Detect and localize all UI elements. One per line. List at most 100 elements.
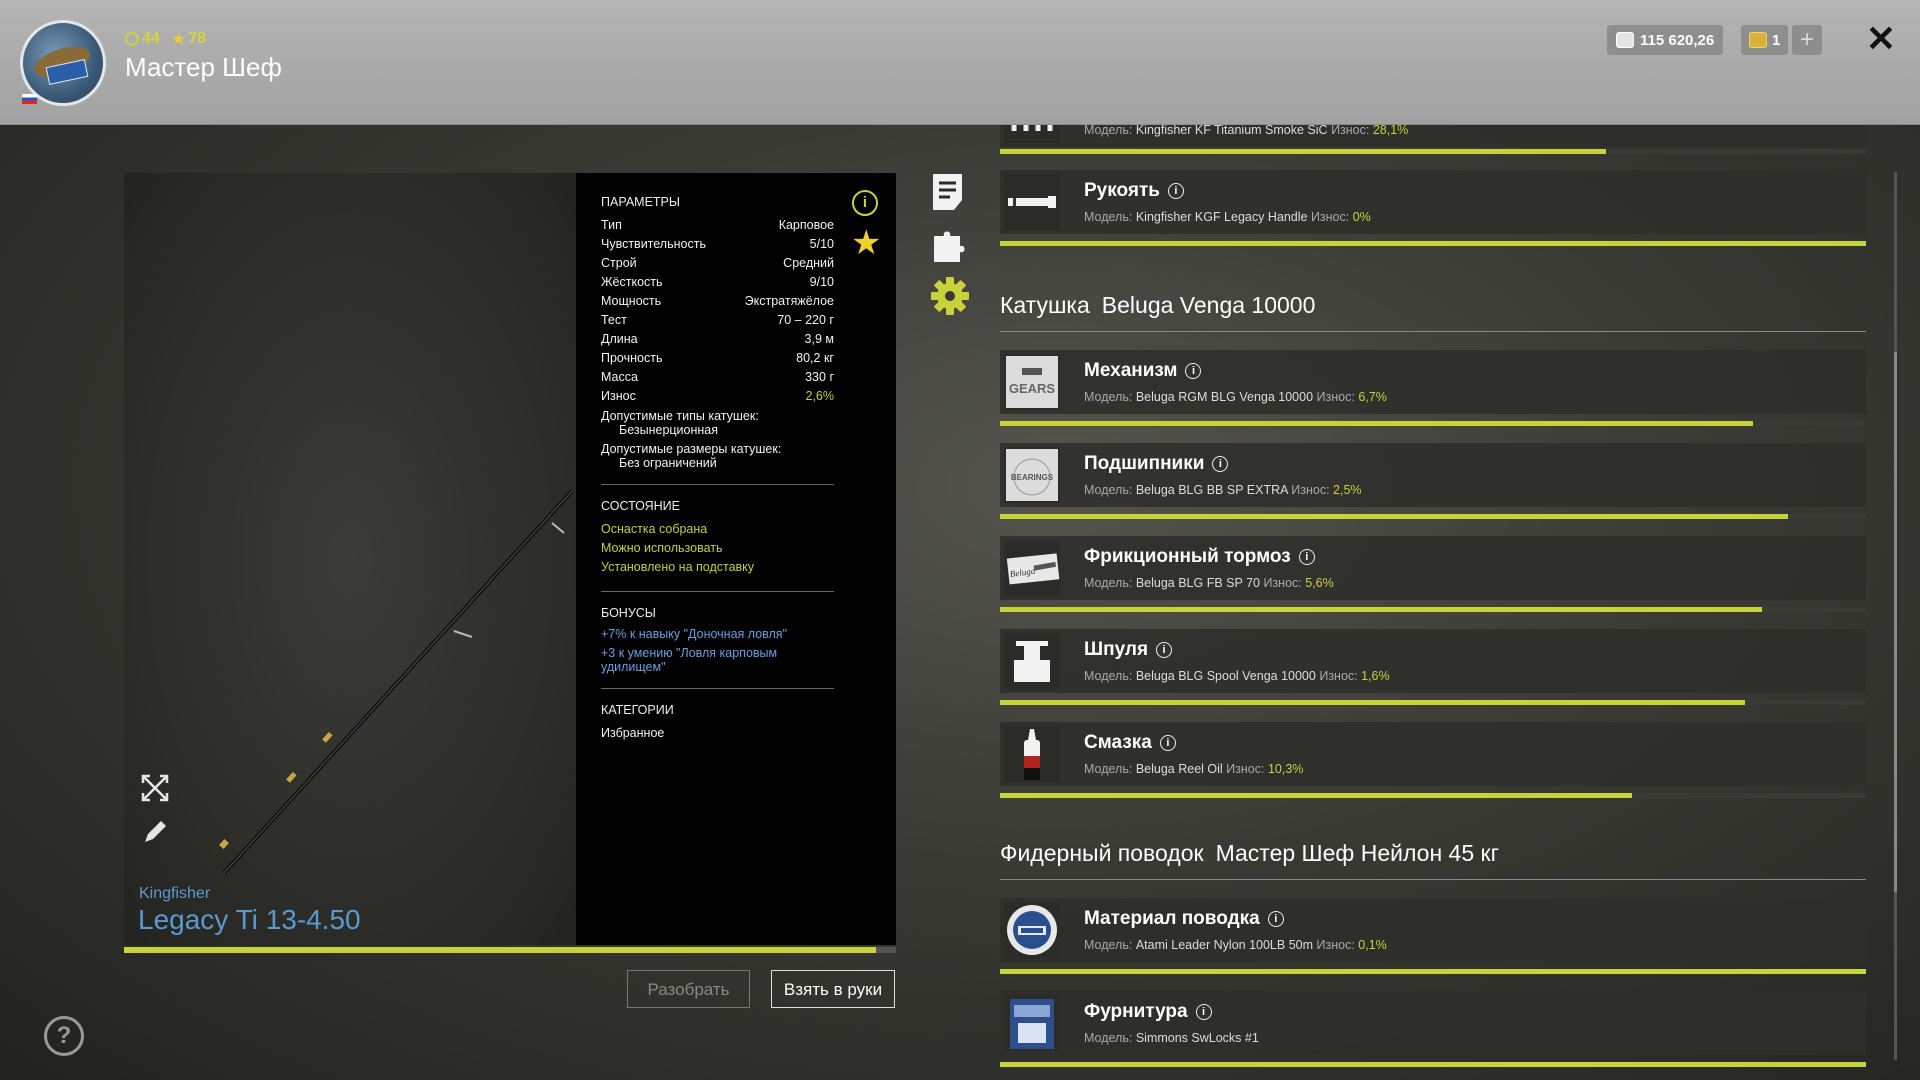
wear-bar-fill: [1000, 607, 1763, 612]
leader-spool-icon: [1004, 902, 1060, 958]
component-info-icon[interactable]: i: [1195, 1004, 1212, 1020]
param-value: 5/10: [809, 237, 834, 251]
bearings-box-icon: BEARINGS: [1004, 447, 1060, 503]
component-info-icon[interactable]: i: [1298, 549, 1315, 565]
component-row[interactable]: GEARS Механизм i Модель: Beluga RGM BLG Ven…: [1000, 350, 1866, 414]
rod-brand: Kingfisher: [139, 885, 211, 902]
state-line: Установлено на подставку: [601, 560, 755, 574]
wear-bar-fill: [1000, 149, 1607, 154]
document-icon[interactable]: [930, 172, 970, 212]
close-button[interactable]: ✕: [1864, 21, 1898, 57]
component-row[interactable]: Материал поводка i Модель: Atami Leader Ny…: [1000, 898, 1866, 962]
component-row-partial[interactable]: Модель: Kingfisher KF Titanium Smoke SiC…: [1000, 125, 1866, 147]
component-row[interactable]: Фурнитура i Модель: Simmons SwLocks #1: [1000, 991, 1866, 1055]
component-model: Atami Leader Nylon 100LB 50m: [1135, 938, 1314, 952]
component-info-icon[interactable]: i: [1156, 642, 1173, 658]
component-model: Beluga RGM BLG Venga 10000: [1135, 390, 1314, 404]
param-value: 80,2 кг: [796, 351, 834, 365]
scrollbar-thumb[interactable]: [1894, 352, 1897, 892]
component-info-icon[interactable]: i: [1167, 183, 1184, 199]
gear-icon[interactable]: [930, 276, 970, 316]
component-name: Механизм: [1084, 360, 1178, 381]
favorite-star-icon[interactable]: ★: [851, 226, 881, 260]
list-scrollbar[interactable]: [1894, 172, 1897, 1060]
component-row[interactable]: Смазка i Модель: Beluga Reel Oil Износ: 10…: [1000, 722, 1866, 786]
param-label: Тип: [601, 218, 622, 232]
component-row[interactable]: BEARINGS Подшипники i Модель: Beluga BLG BB…: [1000, 443, 1866, 507]
component-name: Рукоять: [1084, 180, 1160, 201]
param-row: Жёсткость 9/10: [601, 273, 834, 292]
component-info-icon[interactable]: i: [1159, 735, 1176, 751]
component-row[interactable]: Шпуля i Модель: Beluga BLG Spool Venga 100…: [1000, 629, 1866, 693]
reel-sizes: Допустимые размеры катушек: Без ограниче…: [601, 442, 834, 470]
gold-coins-icon: [1749, 32, 1767, 48]
component-model-line: Модель: Beluga Reel Oil Износ: 10,3%: [1084, 762, 1303, 776]
component-wear: 0,1%: [1358, 938, 1387, 952]
component-model: Beluga Reel Oil: [1135, 762, 1223, 776]
bonus-title: БОНУСЫ: [601, 606, 656, 620]
param-value: 330 г: [805, 370, 834, 384]
model-label: Модель:: [1084, 210, 1133, 224]
help-icon[interactable]: ?: [44, 1016, 84, 1056]
oil-bottle-icon: [1004, 726, 1060, 782]
category-value: Избранное: [601, 724, 834, 743]
section-label: Фидерный поводок: [1000, 840, 1204, 866]
wear-bar-fill: [1000, 969, 1866, 974]
rank-star-icon: ★: [171, 31, 186, 48]
rod-parameters-panel: ПАРАМЕТРЫ Тип Карповое Чувствительность 5/1…: [576, 173, 896, 945]
param-label: Чувствительность: [601, 237, 706, 251]
param-row: Прочность 80,2 кг: [601, 349, 834, 368]
wear-bar-fill: [1000, 241, 1866, 246]
fullscreen-expand-icon[interactable]: [140, 773, 170, 803]
param-label: Мощность: [601, 294, 662, 308]
player-level-info: 44 ★ 78: [125, 30, 206, 48]
component-row-handle[interactable]: Рукоять i Модель: Kingfisher KGF Legacy …: [1000, 170, 1866, 234]
component-title: Материал поводка i: [1084, 908, 1284, 930]
reel-types-label: Допустимые типы катушек:: [601, 409, 759, 423]
rod-preview[interactable]: Kingfisher Legacy Ti 13-4.50: [124, 173, 576, 945]
gold-amount: 1: [1772, 31, 1781, 49]
info-icon[interactable]: i: [852, 190, 878, 216]
disassemble-button[interactable]: Разобрать: [627, 970, 750, 1008]
rename-pencil-icon[interactable]: [140, 817, 170, 847]
component-model-line: Модель: Kingfisher KF Titanium Smoke SiC…: [1084, 125, 1408, 137]
wear-label: Износ:: [1316, 938, 1355, 952]
model-label: Модель:: [1084, 125, 1133, 137]
component-info-icon[interactable]: i: [1185, 363, 1202, 379]
reel-sizes-value: Без ограничений: [619, 456, 717, 470]
component-info-icon[interactable]: i: [1267, 911, 1284, 927]
wear-bar-fill: [1000, 700, 1745, 705]
state-title: СОСТОЯНИЕ: [601, 499, 680, 513]
component-wear-bar: [1000, 700, 1866, 705]
param-row: Тип Карповое: [601, 216, 834, 235]
add-gold-button[interactable]: +: [1792, 25, 1822, 55]
param-label: Длина: [601, 332, 638, 346]
take-in-hands-button[interactable]: Взять в руки: [771, 970, 895, 1008]
params-list: Тип Карповое Чувствительность 5/10 Строй Сред…: [601, 216, 834, 406]
component-model: Kingfisher KF Titanium Smoke SiC: [1135, 125, 1328, 137]
tackle-pack-icon: [1004, 995, 1060, 1051]
puzzle-icon[interactable]: [930, 224, 970, 264]
param-label: Масса: [601, 370, 638, 384]
wear-bar-fill: [1000, 421, 1754, 426]
component-name: Подшипники: [1084, 453, 1205, 474]
component-wear-bar: [1000, 241, 1866, 246]
divider: [601, 591, 834, 592]
component-name: Смазка: [1084, 732, 1152, 753]
wear-bar-fill: [1000, 514, 1789, 519]
component-model-line: Модель: Simmons SwLocks #1: [1084, 1031, 1259, 1045]
component-row[interactable]: Beluga Фрикционный тормоз i Модель: Beluga …: [1000, 536, 1866, 600]
param-row: Масса 330 г: [601, 368, 834, 387]
russia-flag-icon: [22, 94, 37, 104]
friction-brake-icon: Beluga: [1004, 540, 1060, 596]
component-model-line: Модель: Beluga BLG Spool Venga 10000 Изн…: [1084, 669, 1390, 683]
component-model: Simmons SwLocks #1: [1135, 1031, 1259, 1045]
model-label: Модель:: [1084, 483, 1133, 497]
component-model-line: Модель: Beluga BLG BB SP EXTRA Износ: 2,…: [1084, 483, 1362, 497]
component-info-icon[interactable]: i: [1212, 456, 1229, 472]
param-value: 70 – 220 г: [777, 313, 834, 327]
param-value: 9/10: [809, 275, 834, 289]
side-tools: [930, 172, 970, 328]
divider: [601, 688, 834, 689]
param-row: Чувствительность 5/10: [601, 235, 834, 254]
